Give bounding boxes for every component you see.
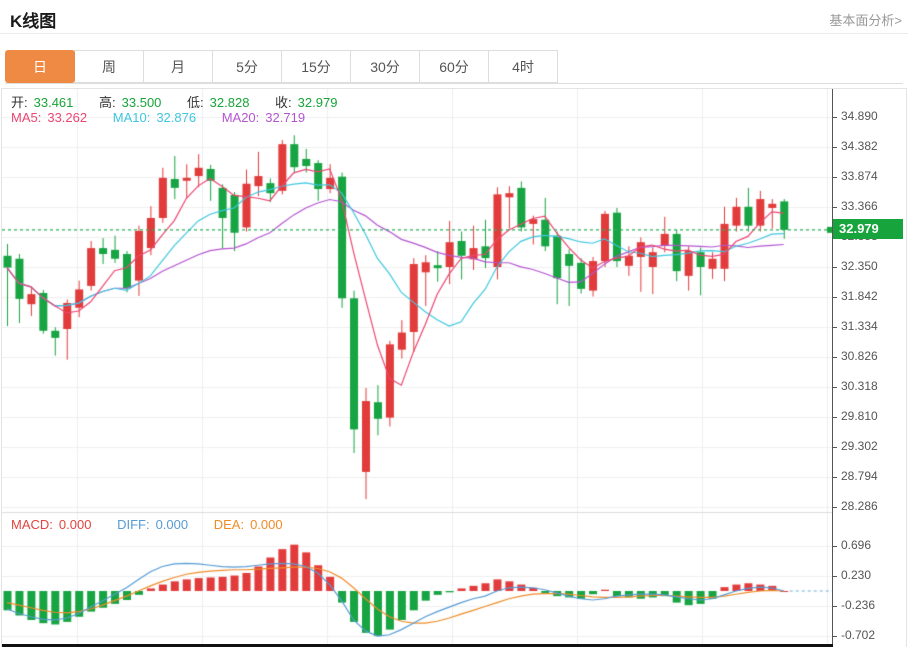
high-label: 高: <box>99 95 116 110</box>
axis-tick-label: -0.236 <box>841 598 875 613</box>
chart-container: 开: 33.461 高: 33.500 低: 32.828 收: 32.979 MA5:… <box>1 88 907 647</box>
axis-tick <box>833 576 837 577</box>
axis-tick <box>833 327 837 328</box>
axis-tick-label: 30.318 <box>841 379 878 394</box>
close-label: 收: <box>275 95 292 110</box>
axis-tick <box>833 267 837 268</box>
tab-day[interactable]: 日 <box>5 50 75 83</box>
axis-tick-label: 28.286 <box>841 499 878 514</box>
kline-chart-canvas[interactable] <box>2 89 832 647</box>
axis-tick <box>833 117 837 118</box>
axis-tick-label: 31.334 <box>841 319 878 334</box>
open-value: 33.461 <box>34 95 74 110</box>
axis-tick <box>833 297 837 298</box>
axis-tick-label: 33.874 <box>841 169 878 184</box>
low-label: 低: <box>187 95 204 110</box>
axis-tick-label: 33.366 <box>841 199 878 214</box>
axis-tick <box>833 606 837 607</box>
axis-tick <box>833 636 837 637</box>
close-value: 32.979 <box>298 95 338 110</box>
axis-tick-label: 32.350 <box>841 259 878 274</box>
ma5-label: MA5: <box>11 110 41 125</box>
axis-tick-label: 0.230 <box>841 568 871 583</box>
axis-tick-label: 28.794 <box>841 469 878 484</box>
axis-tick <box>833 447 837 448</box>
low-value: 32.828 <box>210 95 250 110</box>
axis-tick-label: 29.302 <box>841 439 878 454</box>
axis-tick <box>833 477 837 478</box>
ma5-value: 33.262 <box>47 110 87 125</box>
tab-60min[interactable]: 60分 <box>419 50 489 83</box>
axis-tick-label: 29.810 <box>841 409 878 424</box>
axis-tick-label: 30.826 <box>841 349 878 364</box>
current-price-tag: 32.979 <box>833 219 903 239</box>
axis-tick <box>833 507 837 508</box>
ma-row: MA5: 33.262 MA10: 32.876 MA20: 32.719 <box>11 110 311 125</box>
page-title: K线图 <box>10 7 56 32</box>
price-axis: 34.89034.38233.87433.36632.85832.35031.8… <box>832 89 905 647</box>
tab-15min[interactable]: 15分 <box>281 50 351 83</box>
ma20-label: MA20: <box>222 110 260 125</box>
fundamental-analysis-link[interactable]: 基本面分析> <box>829 10 902 29</box>
macd-label: MACD: <box>11 517 53 532</box>
title-divider <box>0 33 908 34</box>
axis-tick-label: 0.696 <box>841 538 871 553</box>
dea-label: DEA: <box>214 517 244 532</box>
axis-tick-label: 34.890 <box>841 109 878 124</box>
axis-tick <box>833 147 837 148</box>
macd-value: 0.000 <box>59 517 92 532</box>
tab-30min[interactable]: 30分 <box>350 50 420 83</box>
axis-tick <box>833 177 837 178</box>
high-value: 33.500 <box>122 95 162 110</box>
tab-5min[interactable]: 5分 <box>212 50 282 83</box>
ma20-value: 32.719 <box>265 110 305 125</box>
axis-tick <box>833 387 837 388</box>
diff-value: 0.000 <box>156 517 189 532</box>
interval-tabs: 日 周 月 5分 15分 30分 60分 4时 <box>5 50 903 84</box>
ohlc-row: 开: 33.461 高: 33.500 低: 32.828 收: 32.979 <box>11 92 343 111</box>
tab-week[interactable]: 周 <box>74 50 144 83</box>
tab-4hour[interactable]: 4时 <box>488 50 558 83</box>
axis-tick-label: 34.382 <box>841 139 878 154</box>
kline-widget: K线图 基本面分析> 日 周 月 5分 15分 30分 60分 4时 开: 33.… <box>0 0 908 647</box>
tab-month[interactable]: 月 <box>143 50 213 83</box>
macd-row: MACD: 0.000 DIFF: 0.000 DEA: 0.000 <box>11 517 289 532</box>
axis-tick-label: 31.842 <box>841 289 878 304</box>
axis-tick <box>833 546 837 547</box>
axis-tick-label: -0.702 <box>841 628 875 643</box>
diff-label: DIFF: <box>117 517 150 532</box>
axis-tick <box>833 417 837 418</box>
axis-tick <box>833 207 837 208</box>
axis-tick <box>833 357 837 358</box>
ma10-label: MA10: <box>113 110 151 125</box>
ma10-value: 32.876 <box>156 110 196 125</box>
open-label: 开: <box>11 95 28 110</box>
dea-value: 0.000 <box>250 517 283 532</box>
